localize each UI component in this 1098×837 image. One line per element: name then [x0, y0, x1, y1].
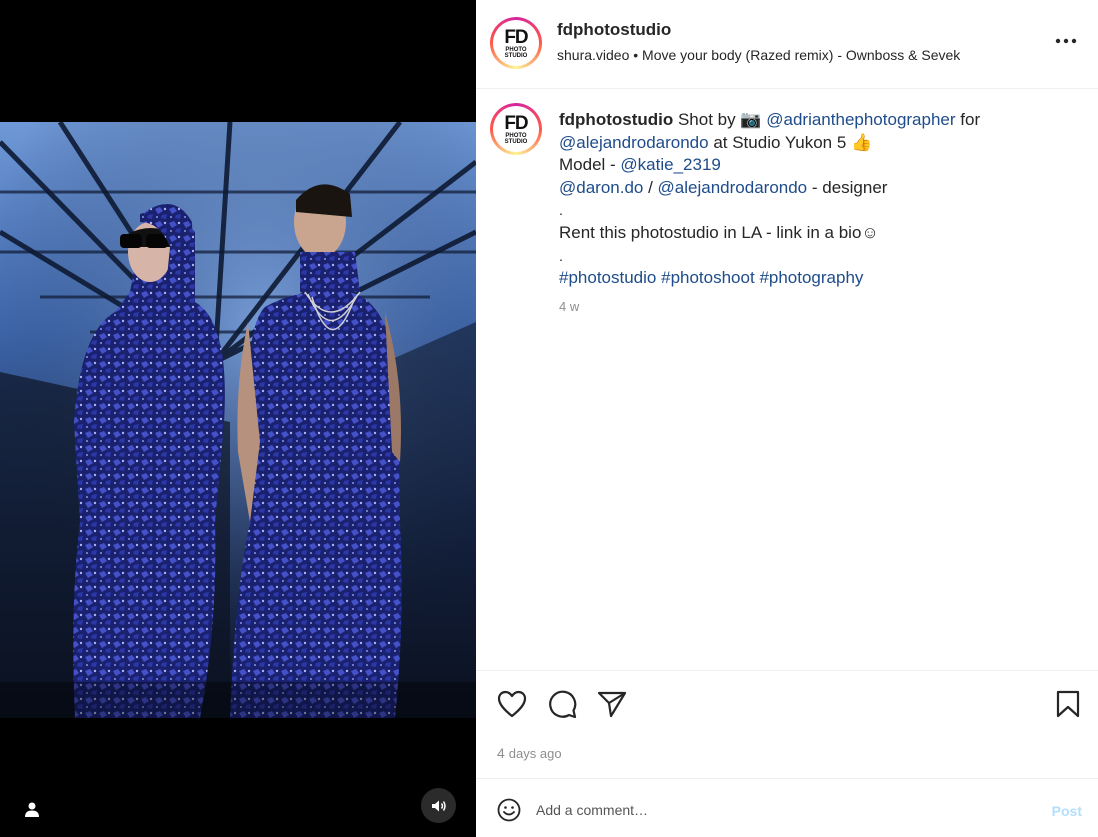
caption-fragment: at Studio Yukon 5 👍: [708, 132, 873, 152]
emoji-button[interactable]: [496, 797, 522, 823]
post-panel: FD PHOTO STUDIO fdphotostudio shura.vide…: [476, 0, 1098, 837]
caption-fragment: Model -: [559, 155, 621, 175]
avatar-logo: FD PHOTO STUDIO: [493, 20, 539, 66]
caption-section: FD PHOTO STUDIO fdphotostudio Shot by 📷 …: [476, 90, 1098, 670]
avatar[interactable]: FD PHOTO STUDIO: [490, 17, 542, 69]
avatar-logo-subtext: STUDIO: [504, 138, 528, 145]
caption-fragment: for: [955, 110, 981, 129]
caption-avatar[interactable]: FD PHOTO STUDIO: [490, 103, 542, 155]
hashtag-link[interactable]: #photostudio: [559, 268, 656, 287]
avatar-logo: FD PHOTO STUDIO: [493, 106, 539, 152]
header-username-link[interactable]: fdphotostudio: [557, 20, 671, 40]
caption-dot: .: [559, 202, 563, 219]
more-options-button[interactable]: [1054, 33, 1078, 49]
mention-link[interactable]: @alejandrodarondo: [559, 133, 709, 152]
audio-toggle-button[interactable]: [421, 788, 456, 823]
mention-link[interactable]: @daron.do: [559, 178, 643, 197]
caption-fragment: /: [643, 177, 658, 197]
caption-line: Rent this photostudio in LA - link in a …: [559, 222, 879, 242]
caption-dot: .: [559, 247, 563, 264]
comment-button[interactable]: [546, 688, 578, 720]
timestamp-number: 4: [497, 745, 505, 761]
mention-link[interactable]: @alejandrodarondo: [658, 178, 808, 197]
post-comment-button[interactable]: Post: [1052, 803, 1082, 819]
audio-icon: [431, 800, 446, 811]
caption-line: #photostudio #photoshoot #photography: [559, 267, 1079, 290]
timestamp-text: days ago: [508, 746, 562, 761]
caption-text: fdphotostudio Shot by 📷 @adrianthephotog…: [559, 109, 1079, 318]
bookmark-icon: [1056, 690, 1080, 718]
share-button[interactable]: [596, 688, 628, 720]
comment-input[interactable]: [536, 796, 1016, 824]
user-tag-icon: [25, 802, 39, 817]
caption-line: @daron.do / @alejandrodarondo - designer: [559, 177, 1079, 200]
emoji-icon: [497, 798, 521, 822]
post-media[interactable]: [0, 0, 476, 837]
share-icon: [597, 691, 627, 718]
avatar-logo-subtext: STUDIO: [504, 52, 528, 59]
caption-line: @alejandrodarondo at Studio Yukon 5 👍: [559, 132, 1079, 155]
more-icon: [1055, 38, 1077, 44]
heart-icon: [497, 690, 527, 718]
like-button[interactable]: [496, 688, 528, 720]
post-photo: [0, 122, 476, 718]
hashtag-link[interactable]: #photography: [759, 268, 863, 287]
mention-link[interactable]: @katie_2319: [620, 155, 720, 174]
caption-line: fdphotostudio Shot by 📷 @adrianthephotog…: [559, 109, 1079, 132]
caption-line: Model - @katie_2319: [559, 154, 1079, 177]
caption-fragment: - designer: [807, 177, 888, 197]
caption-username-link[interactable]: fdphotostudio: [559, 110, 673, 129]
hashtag-link[interactable]: #photoshoot: [661, 268, 755, 287]
audio-attribution-link[interactable]: shura.video • Move your body (Razed remi…: [557, 47, 960, 63]
save-button[interactable]: [1052, 688, 1084, 720]
tagged-users-button[interactable]: [20, 797, 44, 821]
caption-age: 4 w: [559, 298, 580, 314]
avatar-logo-text: FD: [504, 112, 528, 134]
action-bar: 4 days ago: [476, 670, 1098, 778]
comment-bar: Post: [476, 778, 1098, 837]
post-header: FD PHOTO STUDIO fdphotostudio shura.vide…: [476, 0, 1098, 89]
avatar-logo-text: FD: [504, 26, 528, 48]
comment-icon: [549, 690, 577, 719]
post-timestamp[interactable]: 4 days ago: [497, 745, 562, 761]
caption-fragment: Shot by 📷: [673, 110, 767, 129]
mention-link[interactable]: @adrianthephotographer: [766, 110, 955, 129]
